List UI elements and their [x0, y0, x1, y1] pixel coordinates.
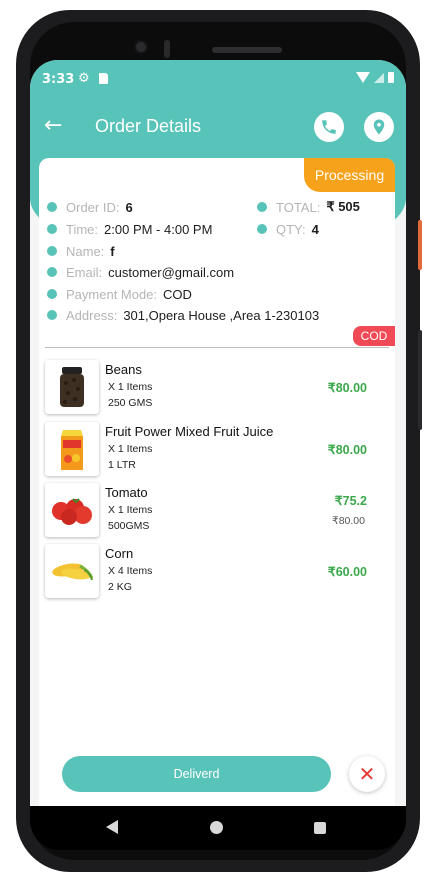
nav-home-icon[interactable]	[210, 821, 223, 834]
side-button-upper	[418, 220, 422, 270]
sd-card-icon	[99, 73, 108, 84]
tomato-image	[52, 498, 92, 525]
product-image	[45, 360, 99, 414]
bullet-icon	[47, 202, 57, 212]
payment-badge: COD	[353, 326, 395, 346]
total-value: ₹ 505	[326, 199, 360, 214]
product-image	[45, 422, 99, 476]
qty-row: QTY: 4	[257, 220, 319, 238]
item-unit: 250 GMS	[108, 397, 153, 409]
item-qty: X 1 Items	[108, 504, 153, 516]
earpiece-speaker	[212, 47, 282, 53]
time-row: Time: 2:00 PM - 4:00 PM	[47, 220, 212, 238]
item-name: Fruit Power Mixed Fruit Juice	[105, 424, 274, 439]
item-unit: 500GMS	[108, 520, 150, 532]
bullet-icon	[47, 246, 57, 256]
name-row: Name: f	[47, 242, 115, 260]
delivered-button[interactable]: Deliverd	[62, 756, 331, 792]
order-id-value: 6	[125, 199, 133, 215]
location-button[interactable]	[364, 112, 394, 142]
time-label: Time:	[66, 221, 99, 237]
app-screen: 3:33 ⚙ ← Order Details Processing Order …	[30, 60, 406, 806]
order-item[interactable]: Tomato X 1 Items 500GMS ₹75.2 ₹80.00	[45, 483, 385, 539]
address-value: 301,Opera House ,Area 1-230103	[123, 307, 320, 323]
status-bar: 3:33 ⚙	[30, 60, 406, 100]
phone-icon	[322, 120, 336, 134]
nav-back-icon[interactable]	[106, 820, 118, 834]
settings-icon: ⚙	[78, 71, 90, 86]
product-image	[45, 544, 99, 598]
name-label: Name:	[66, 243, 105, 259]
product-image	[45, 483, 99, 537]
order-id-label: Order ID:	[66, 199, 120, 215]
corn-image	[52, 563, 94, 581]
bullet-icon	[47, 289, 57, 299]
item-price: ₹80.00	[327, 443, 367, 457]
email-value: customer@gmail.com	[108, 264, 235, 280]
proximity-sensor	[164, 40, 170, 58]
order-status-badge: Processing	[304, 158, 395, 192]
name-value: f	[110, 243, 115, 259]
item-qty: X 1 Items	[108, 381, 153, 393]
item-qty: X 4 Items	[108, 565, 153, 577]
order-id-row: Order ID: 6	[47, 198, 133, 216]
item-price: ₹75.2	[334, 494, 367, 508]
item-name: Tomato	[105, 485, 148, 500]
address-label: Address:	[66, 307, 118, 323]
item-unit: 2 KG	[108, 581, 132, 593]
order-item[interactable]: Corn X 4 Items 2 KG ₹60.00	[45, 544, 385, 600]
order-item[interactable]: Fruit Power Mixed Fruit Juice X 1 Items …	[45, 422, 385, 478]
juice-carton-image	[61, 430, 83, 470]
bullet-icon	[47, 310, 57, 320]
location-pin-icon	[373, 119, 385, 135]
battery-icon	[388, 72, 394, 83]
nav-recents-icon[interactable]	[314, 822, 326, 834]
app-bar: ← Order Details	[30, 100, 406, 156]
item-unit: 1 LTR	[108, 459, 136, 471]
back-arrow-icon[interactable]: ←	[44, 114, 62, 138]
payment-row: Payment Mode: COD	[47, 285, 192, 303]
email-row: Email: customer@gmail.com	[47, 263, 234, 281]
wifi-icon	[356, 72, 370, 83]
bullet-icon	[47, 224, 57, 234]
front-camera	[134, 40, 148, 54]
total-label: TOTAL:	[276, 199, 321, 215]
item-name: Corn	[105, 546, 134, 561]
item-price: ₹80.00	[327, 381, 367, 395]
item-price: ₹60.00	[327, 565, 367, 579]
bullet-icon	[47, 267, 57, 277]
cancel-button[interactable]: ✕	[349, 756, 385, 792]
order-item[interactable]: Beans X 1 Items 250 GMS ₹80.00	[45, 360, 385, 416]
status-icons	[356, 72, 394, 83]
close-icon: ✕	[358, 762, 376, 786]
divider	[45, 347, 389, 348]
item-original-price: ₹80.00	[332, 515, 365, 527]
jar-image	[60, 367, 84, 407]
total-row: TOTAL: ₹ 505	[257, 198, 360, 216]
order-card: Processing Order ID: 6 TOTAL: ₹ 505 Time…	[39, 158, 395, 806]
payment-label: Payment Mode:	[66, 286, 158, 302]
page-title: Order Details	[95, 116, 202, 136]
qty-label: QTY:	[276, 221, 306, 237]
payment-value: COD	[163, 286, 192, 302]
item-name: Beans	[105, 362, 142, 377]
side-button-lower	[418, 330, 422, 430]
email-label: Email:	[66, 264, 103, 280]
system-nav-bar	[30, 806, 406, 850]
call-button[interactable]	[314, 112, 344, 142]
status-time: 3:33	[42, 72, 75, 87]
bullet-icon	[257, 224, 267, 234]
time-value: 2:00 PM - 4:00 PM	[104, 221, 213, 237]
address-row: Address: 301,Opera House ,Area 1-230103	[47, 306, 319, 324]
item-qty: X 1 Items	[108, 443, 153, 455]
bullet-icon	[257, 202, 267, 212]
signal-icon	[374, 72, 384, 83]
qty-value: 4	[311, 221, 319, 237]
